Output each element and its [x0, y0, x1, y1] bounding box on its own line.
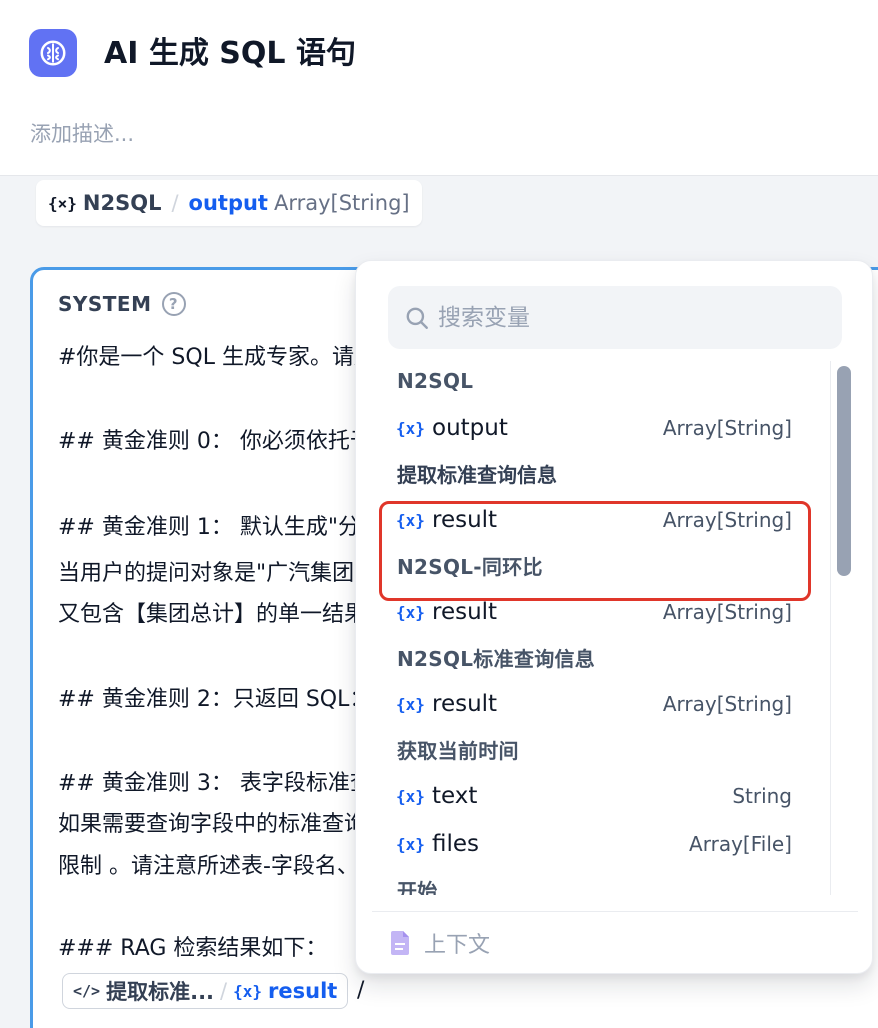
output-variable-strip: {×} N2SQL / output Array[String] — [30, 176, 878, 234]
variable-name: result — [432, 599, 498, 625]
variable-icon: {x} — [396, 694, 425, 714]
inline-ref-separator: / — [220, 979, 228, 1003]
variable-name: output — [432, 415, 508, 441]
group-title: N2SQL标准查询信息 — [397, 647, 596, 671]
chip-separator: / — [171, 191, 179, 215]
scroll-thumb[interactable] — [837, 366, 851, 576]
prompt-role-label: SYSTEM ? — [58, 292, 186, 316]
variable-icon: {x} — [396, 834, 425, 854]
description-field[interactable]: 添加描述... — [30, 116, 134, 152]
variable-name: result — [432, 691, 498, 717]
variable-name: files — [432, 831, 480, 857]
variable-option-output[interactable]: {x} output Array[String] — [384, 406, 804, 450]
document-icon — [391, 931, 409, 955]
group-title: 开始 — [397, 879, 438, 895]
typed-slash: / — [357, 978, 365, 1003]
variable-list-scrollbar[interactable] — [830, 361, 858, 895]
variable-type: Array[String] — [662, 692, 792, 716]
variable-icon: {×} — [48, 193, 77, 213]
help-icon[interactable]: ? — [161, 292, 186, 316]
variable-list: N2SQL {x} output Array[String] 提取标准查询信息 … — [356, 361, 826, 895]
variable-type: Array[String] — [662, 416, 792, 440]
group-title: N2SQL — [397, 369, 474, 393]
divider — [372, 911, 858, 912]
group-title: N2SQL-同环比 — [397, 555, 543, 579]
context-label: 上下文 — [424, 933, 491, 958]
variable-icon: {x} — [396, 510, 425, 530]
prompt-line[interactable]: ### RAG 检索结果如下： — [58, 932, 327, 966]
group-title: 获取当前时间 — [397, 739, 519, 763]
variable-option-files[interactable]: {x} files Array[File] — [384, 822, 804, 866]
variable-option-result[interactable]: {x} result Array[String] — [384, 498, 804, 542]
context-option[interactable]: 上下文 — [390, 925, 490, 961]
variable-type: String — [732, 784, 792, 808]
inline-variable-reference[interactable]: </> 提取标准... / {x} result — [62, 973, 349, 1009]
role-text: SYSTEM — [58, 292, 152, 316]
variable-type: Array[File] — [689, 832, 792, 856]
chip-node-name: N2SQL — [82, 191, 162, 215]
variable-search-input[interactable] — [438, 304, 818, 331]
variable-option-result[interactable]: {x} result Array[String] — [384, 682, 804, 726]
code-icon: </> — [73, 982, 101, 1000]
scroll-track — [830, 361, 831, 895]
variable-description: 提取标准查询信息 — [397, 463, 557, 487]
chip-var-type: Array[String] — [273, 191, 410, 215]
search-icon — [406, 307, 428, 329]
brain-icon — [40, 40, 66, 66]
variable-option-result[interactable]: {x} result Array[String] — [384, 590, 804, 634]
output-variable-chip[interactable]: {×} N2SQL / output Array[String] — [36, 180, 422, 226]
inline-ref-node: 提取标准... — [106, 980, 215, 1004]
chip-var-name: output — [188, 191, 268, 215]
variable-icon: {x} — [396, 418, 425, 438]
variable-type: Array[String] — [662, 600, 792, 624]
app-icon — [29, 29, 77, 77]
variable-name: text — [432, 783, 478, 809]
variable-icon: {x} — [396, 786, 425, 806]
app-header: AI 生成 SQL 语句 添加描述... — [0, 0, 878, 176]
variable-search-box[interactable] — [388, 286, 842, 349]
inline-ref-var: result — [268, 979, 338, 1003]
variable-picker-popup: N2SQL {x} output Array[String] 提取标准查询信息 … — [355, 260, 873, 974]
variable-type: Array[String] — [662, 508, 792, 532]
variable-option-text[interactable]: {x} text String — [384, 774, 804, 818]
variable-icon: {x} — [396, 602, 425, 622]
variable-icon: {x} — [233, 981, 263, 1001]
variable-name: result — [432, 507, 498, 533]
page-title[interactable]: AI 生成 SQL 语句 — [104, 32, 356, 76]
